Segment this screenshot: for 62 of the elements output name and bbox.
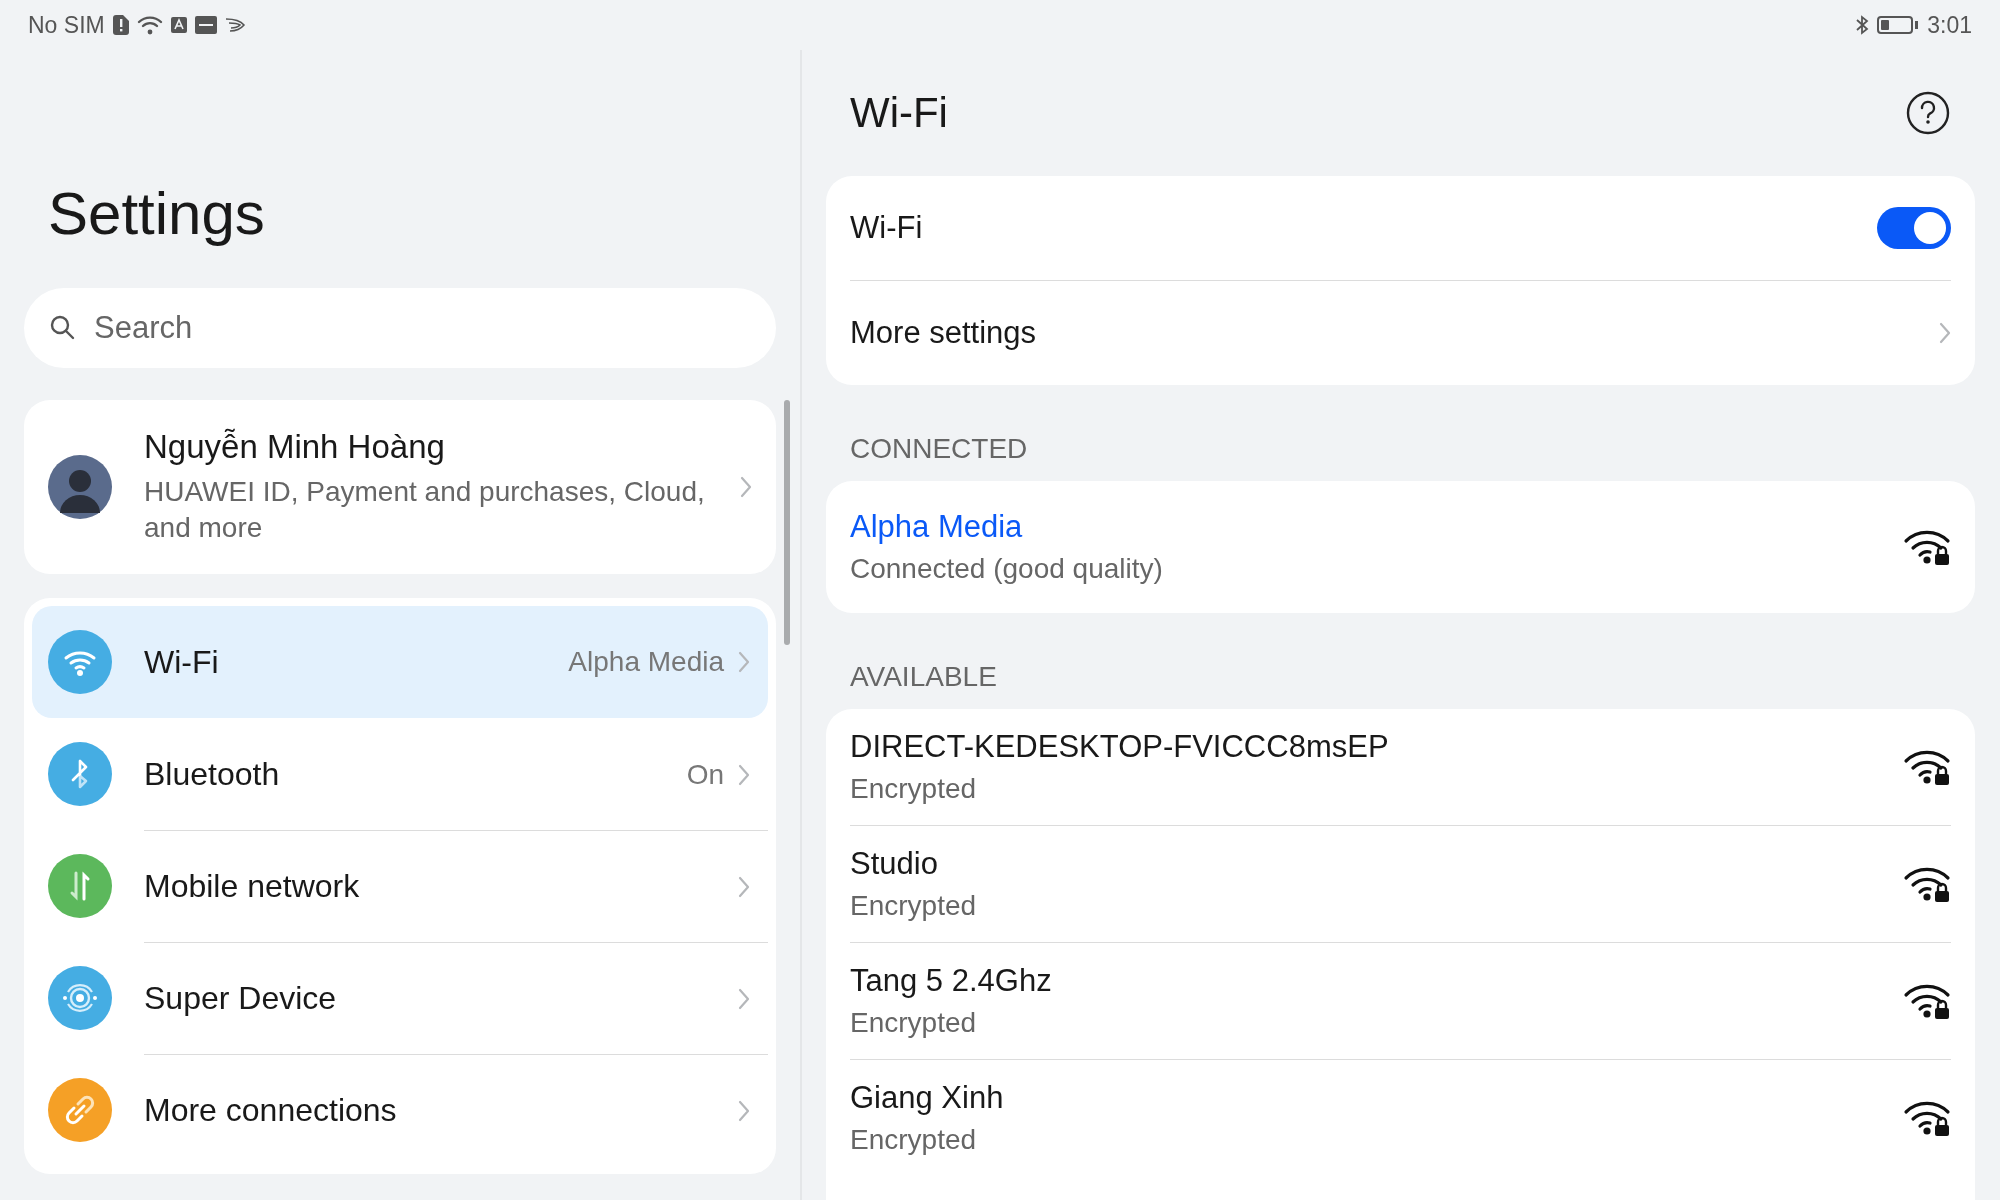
search-field[interactable]: Search [24, 288, 776, 368]
page-title: Settings [48, 184, 266, 249]
chevron-right-icon [1939, 322, 1951, 344]
app-notification-icon [194, 16, 217, 34]
app-notification-icon [170, 17, 187, 33]
network-name: Giang Xinh [850, 1080, 1004, 1116]
chevron-right-icon [738, 651, 750, 673]
network-item[interactable]: Studio Encrypted [850, 825, 1951, 942]
wifi-icon [136, 15, 163, 35]
network-status: Encrypted [850, 773, 978, 805]
search-icon [50, 315, 76, 341]
account-card[interactable]: Nguyễn Minh Hoàng HUAWEI ID, Payment and purchases, Cloud, and more [24, 400, 776, 574]
item-label: Mobile network [144, 868, 361, 905]
settings-item[interactable]: Wi-Fi Alpha Media [32, 606, 768, 718]
wifi-toggle[interactable] [1877, 207, 1951, 249]
network-name: Tang 5 2.4Ghz [850, 963, 1052, 999]
settings-item[interactable]: Mobile network [32, 830, 768, 942]
more-settings-link[interactable]: More settings [850, 315, 1037, 351]
sim-alert-icon [112, 15, 129, 35]
clock-text: 3:01 [1927, 11, 1972, 39]
network-status: Connected (good quality) [850, 553, 1163, 585]
page-title: Wi-Fi [850, 89, 948, 137]
bluetooth-icon [1855, 15, 1870, 35]
avatar [48, 455, 112, 519]
wifi-lock-icon [1903, 866, 1951, 902]
item-label: Wi-Fi [144, 643, 220, 681]
item-value: On [686, 758, 724, 791]
network-name: Alpha Media [850, 509, 1024, 545]
settings-item[interactable]: Bluetooth On [32, 718, 768, 830]
scrollbar[interactable] [784, 400, 790, 645]
network-status: Encrypted [850, 890, 977, 922]
chevron-right-icon [740, 476, 752, 498]
battery-icon [1877, 15, 1920, 35]
network-item[interactable]: Giang Xinh Encrypted [850, 1059, 1951, 1176]
settings-item[interactable]: More connections [32, 1054, 768, 1166]
account-subtitle: HUAWEI ID, Payment and purchases, Cloud, and more [144, 474, 706, 545]
help-icon[interactable] [1905, 90, 1951, 136]
network-item[interactable]: DIRECT-KEDESKTOP-FVICCC8msEP Encrypted [850, 709, 1951, 825]
wifi-label: Wi-Fi [850, 210, 923, 246]
item-label: Super Device [144, 980, 338, 1017]
network-status: Encrypted [850, 1007, 978, 1039]
network-name: DIRECT-KEDESKTOP-FVICCC8msEP [850, 729, 1389, 765]
carrier-text: No SIM [28, 11, 105, 39]
chevron-right-icon [738, 1099, 750, 1122]
item-label: More connections [144, 1092, 398, 1129]
wifi-lock-icon [1903, 1100, 1951, 1136]
section-header: AVAILABLE [849, 660, 998, 694]
item-value: Alpha Media [568, 646, 724, 678]
network-name: Studio [850, 846, 939, 882]
wifi-lock-icon [1903, 749, 1951, 785]
settings-item[interactable]: Super Device [32, 942, 768, 1054]
wifi-lock-icon [1903, 983, 1951, 1019]
item-label: Bluetooth [144, 756, 281, 793]
account-name: Nguyễn Minh Hoàng [144, 427, 446, 466]
chevron-right-icon [738, 987, 750, 1010]
network-status: Encrypted [850, 1124, 978, 1156]
network-item[interactable]: Tang 5 2.4Ghz Encrypted [850, 942, 1951, 1059]
swipe-icon [224, 17, 245, 33]
chevron-right-icon [738, 763, 750, 786]
section-header: CONNECTED [849, 432, 1029, 466]
wifi-lock-icon [1903, 529, 1951, 565]
chevron-right-icon [738, 875, 750, 898]
